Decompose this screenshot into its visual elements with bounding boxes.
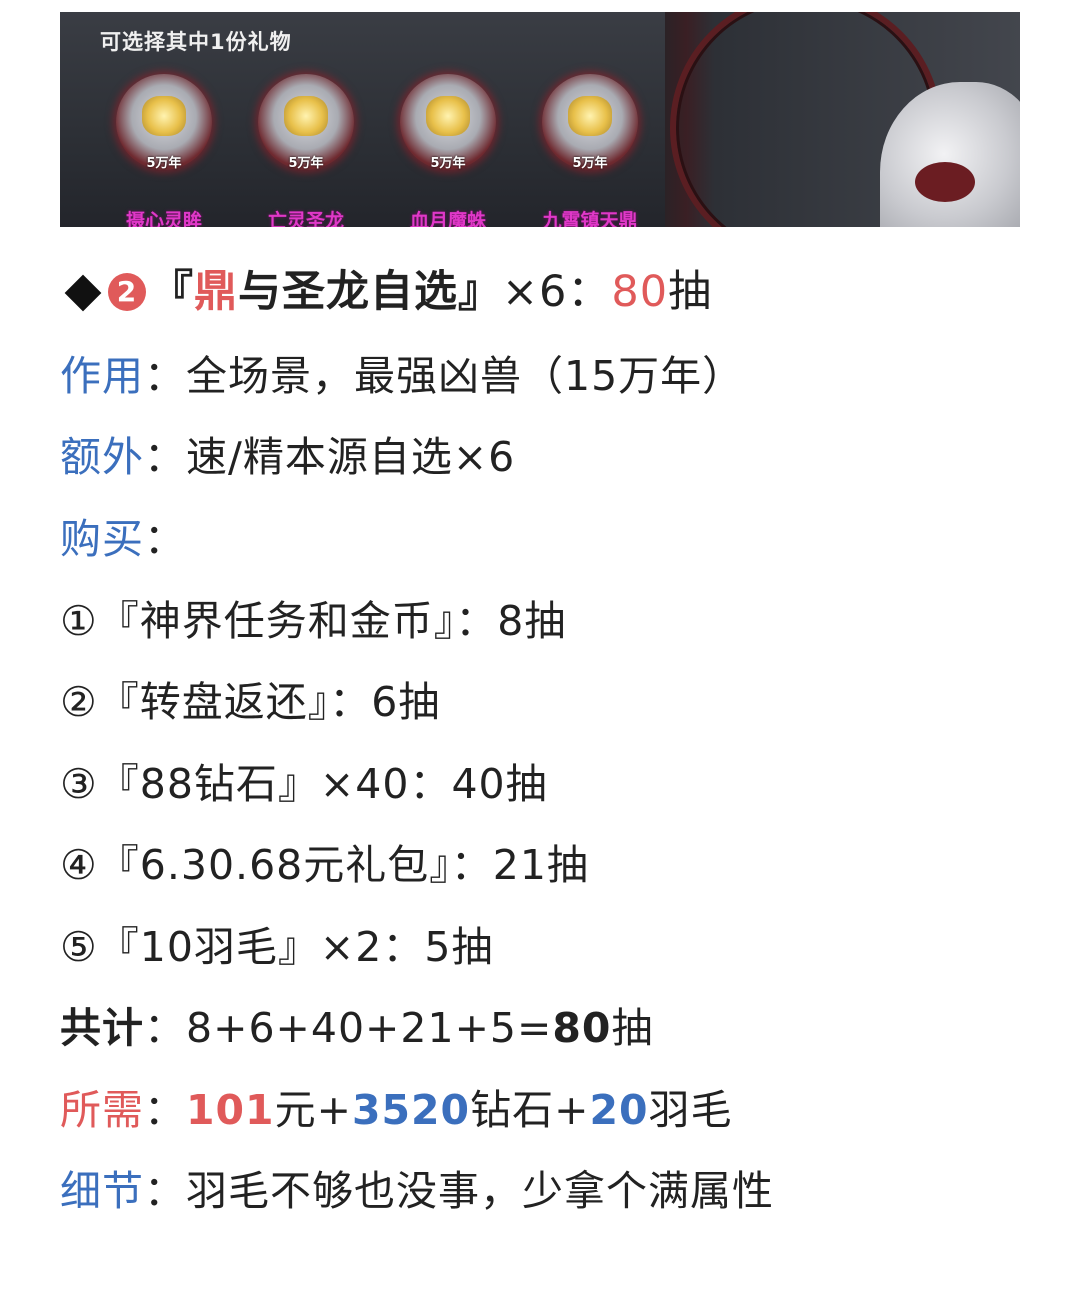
extra-label: 额外	[60, 433, 144, 481]
need-row: 所需：101元+3520钻石+20羽毛	[60, 1084, 733, 1136]
purchase-row: 购买：	[60, 513, 186, 565]
close-quote: 』	[458, 267, 502, 317]
cauldron-emblem-icon	[568, 96, 612, 136]
purchase-colon: ：	[144, 515, 186, 563]
total-label: 共计	[60, 1004, 144, 1052]
purchase-label: 购买	[60, 515, 144, 563]
gift-name: 血月魔蛛	[409, 210, 486, 227]
effect-value: 全场景，最强凶兽（15万年）	[186, 352, 745, 400]
gift-years: 5万年	[288, 156, 324, 171]
detail-row: 细节：羽毛不够也没事，少拿个满属性	[60, 1165, 774, 1217]
gift-option-3[interactable]: 5万年 血月魔蛛	[392, 74, 502, 227]
gift-years: 5万年	[430, 156, 466, 171]
need-diamonds: 3520	[351, 1086, 471, 1134]
gift-name: 九霄镇天鼎	[542, 210, 638, 227]
gift-option-4[interactable]: 5万年 九霄镇天鼎	[534, 74, 644, 227]
gift-name: 摄心灵眸	[125, 210, 202, 227]
need-label: 所需	[60, 1086, 144, 1134]
heading-title: 与圣龙自选	[238, 267, 458, 317]
beast-emblem-icon	[426, 96, 470, 136]
eye-emblem-icon	[142, 96, 186, 136]
need-diamonds-unit: 钻石+	[470, 1086, 590, 1134]
list-item: ④『6.30.68元礼包』：21抽	[60, 841, 589, 889]
effect-colon: ：	[144, 352, 186, 400]
gift-option-1[interactable]: 5万年 摄心灵眸	[108, 74, 218, 227]
list-item: ②『转盘返还』：6抽	[60, 678, 441, 726]
total-row: 共计：8+6+40+21+5=80抽	[60, 1002, 653, 1054]
list-item: ①『神界任务和金币』：8抽	[60, 597, 567, 645]
heading-draws-unit: 抽	[668, 267, 713, 317]
gift-banner-image: 可选择其中1份礼物 5万年 摄心灵眸 5万年 亡灵圣龙 5万年 血月魔蛛 5万年…	[60, 12, 1020, 227]
gift-option-2[interactable]: 5万年 亡灵圣龙	[250, 74, 360, 227]
total-colon: ：	[144, 1004, 186, 1052]
need-yuan: 101	[186, 1086, 275, 1134]
list-item: ③『88钻石』×40：40抽	[60, 760, 548, 808]
total-unit: 抽	[611, 1004, 654, 1052]
need-yuan-unit: 元+	[274, 1086, 352, 1134]
extra-row: 额外：速/精本源自选×6	[60, 431, 515, 483]
extra-colon: ：	[144, 433, 186, 481]
need-feathers: 20	[589, 1086, 649, 1134]
gift-years: 5万年	[146, 156, 182, 171]
detail-label: 细节	[60, 1167, 144, 1215]
need-colon: ：	[144, 1086, 186, 1134]
effect-row: 作用：全场景，最强凶兽（15万年）	[60, 350, 744, 402]
dragon-emblem-icon	[284, 96, 328, 136]
open-quote: 『	[150, 267, 194, 317]
diamond-bullet-icon	[64, 274, 102, 311]
detail-colon: ：	[144, 1167, 186, 1215]
detail-value: 羽毛不够也没事，少拿个满属性	[186, 1167, 774, 1215]
extra-value: 速/精本源自选×6	[186, 433, 516, 481]
section-heading: 2 『鼎与圣龙自选』×6：80抽	[60, 266, 712, 318]
heading-draws: 80	[611, 267, 669, 317]
number-badge: 2	[108, 272, 146, 311]
list-item: ⑤『10羽毛』×2：5抽	[60, 923, 494, 971]
gift-name: 亡灵圣龙	[267, 210, 344, 227]
heading-multiplier: ×6：	[502, 267, 612, 317]
effect-label: 作用	[60, 352, 144, 400]
total-formula: 8+6+40+21+5=	[186, 1004, 553, 1052]
gift-years: 5万年	[572, 156, 608, 171]
heading-title-highlight: 鼎	[194, 267, 238, 317]
character-accent	[915, 162, 975, 202]
total-sum: 80	[552, 1004, 612, 1052]
banner-title: 可选择其中1份礼物	[100, 30, 292, 54]
need-feathers-unit: 羽毛	[648, 1086, 733, 1134]
